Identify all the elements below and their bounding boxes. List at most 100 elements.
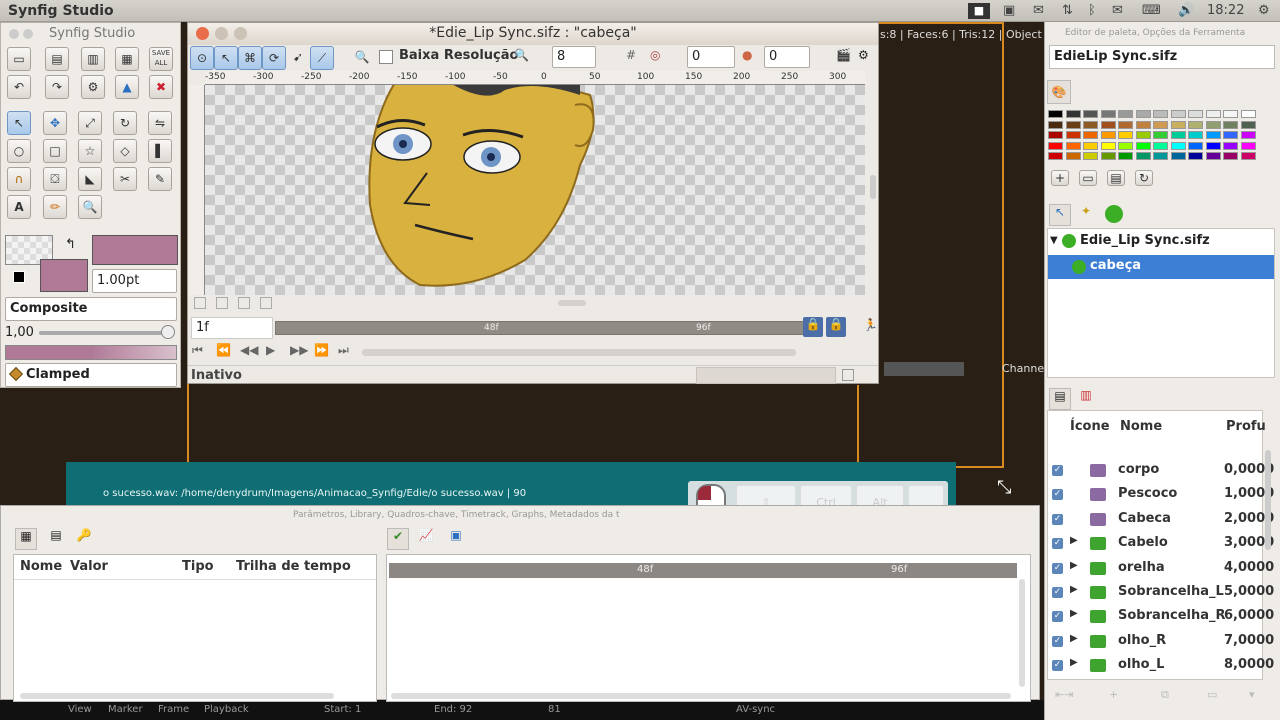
palette-save-icon[interactable]: ▤: [1107, 170, 1125, 186]
palette-swatch[interactable]: [1065, 110, 1081, 118]
add-layer-icon[interactable]: +: [1109, 688, 1118, 701]
tree-expand-icon[interactable]: ▼: [1050, 235, 1058, 246]
col-icon[interactable]: Ícone: [1070, 419, 1110, 434]
palette-swatch[interactable]: [1100, 141, 1116, 150]
layer-expand-icon[interactable]: ▶: [1070, 608, 1078, 619]
animation-mode-icon[interactable]: 🏃: [863, 318, 878, 332]
timetrack-hscroll[interactable]: [391, 693, 1011, 699]
layer-menu-icon[interactable]: ▾: [1249, 688, 1255, 701]
toolbox-close-icon[interactable]: [9, 29, 19, 39]
layer-row-sobrancelha_r[interactable]: ✓ ▶ Sobrancelha_R 6,0000: [1048, 605, 1274, 629]
layer-visibility-checkbox[interactable]: ✓: [1052, 513, 1063, 525]
rotate-tool-icon[interactable]: ↻: [113, 111, 137, 135]
timetrack-area[interactable]: 48f 96f: [386, 554, 1031, 702]
past-keyframe-lock-icon[interactable]: 🔒: [803, 317, 823, 337]
bottom-item-avsync[interactable]: AV-sync: [736, 704, 775, 715]
palette-swatch[interactable]: [1118, 110, 1133, 118]
amount-slider-handle[interactable]: [161, 325, 175, 339]
tangent-handles-icon[interactable]: ⟳: [262, 46, 286, 70]
next-keyframe-icon[interactable]: ⏩: [314, 343, 329, 357]
palette-swatch[interactable]: [1170, 120, 1186, 129]
save-as-button[interactable]: ▦: [115, 47, 139, 71]
drawing-area[interactable]: [205, 85, 865, 295]
toggle-icon[interactable]: [260, 297, 272, 309]
folder-icon[interactable]: ▭: [1207, 688, 1217, 701]
playback-scrollbar[interactable]: [362, 349, 796, 356]
layer-visibility-checkbox[interactable]: ✓: [1052, 660, 1063, 672]
palette-grid[interactable]: [1048, 110, 1260, 162]
palette-swatch[interactable]: [1083, 141, 1098, 150]
keyboard-icon[interactable]: ⌨: [1142, 3, 1161, 18]
palette-swatch[interactable]: [1240, 152, 1256, 160]
palette-swatch[interactable]: [1188, 152, 1203, 160]
palette-swatch[interactable]: [1170, 152, 1186, 160]
text-tool-icon[interactable]: A: [7, 195, 31, 219]
layer-row-orelha[interactable]: ✓ ▶ orelha 4,0000: [1048, 557, 1274, 581]
layer-row-olho_l[interactable]: ✓ ▶ olho_L 8,0000: [1048, 654, 1274, 678]
sets-tab-icon[interactable]: ▥: [1075, 388, 1097, 410]
bottom-item-playback[interactable]: Playback: [204, 704, 249, 715]
zoom-fit-icon[interactable]: [194, 297, 206, 309]
layer-expand-icon[interactable]: ▶: [1070, 584, 1078, 595]
polygon-tool-icon[interactable]: ◇: [113, 139, 137, 163]
amount-slider[interactable]: [39, 331, 165, 335]
zoom-tool-icon[interactable]: 🔍: [78, 195, 102, 219]
palette-swatch[interactable]: [1118, 141, 1133, 150]
zoom-in-icon[interactable]: [216, 297, 228, 309]
palette-swatch[interactable]: [1065, 120, 1081, 129]
layer-row-cabeca[interactable]: ✓ Cabeca 2,0000: [1048, 508, 1274, 532]
timetrack-ruler[interactable]: 48f 96f: [389, 563, 1017, 578]
navigator-tab-icon[interactable]: [1105, 205, 1123, 223]
palette-swatch[interactable]: [1100, 152, 1116, 160]
transform-tool-icon[interactable]: ↖: [7, 111, 31, 135]
layer-expand-icon[interactable]: ▶: [1070, 535, 1078, 546]
blend-method-select[interactable]: Composite: [5, 297, 177, 321]
file-selector[interactable]: EdieLip Sync.sifz: [1049, 45, 1275, 69]
canvas-hscroll-handle[interactable]: [558, 300, 586, 306]
mail-icon[interactable]: ✉: [1033, 3, 1044, 18]
palette-swatch[interactable]: [1205, 141, 1221, 150]
star-tool-icon[interactable]: ☆: [78, 139, 102, 163]
palette-swatch[interactable]: [1100, 120, 1116, 129]
brush-width-field[interactable]: 1.00pt: [92, 269, 177, 293]
palette-swatch[interactable]: [1048, 120, 1063, 129]
palette-swatch[interactable]: [1083, 110, 1098, 118]
prev-frame-icon[interactable]: ◀◀: [240, 343, 258, 357]
palette-swatch[interactable]: [1188, 120, 1203, 129]
interpolation-select[interactable]: Clamped: [5, 363, 177, 387]
layer-visibility-checkbox[interactable]: ✓: [1052, 562, 1063, 574]
canvas-vertical-scrollbar[interactable]: [870, 85, 878, 295]
palette-swatch[interactable]: [1118, 152, 1133, 160]
layer-visibility-checkbox[interactable]: ✓: [1052, 587, 1063, 598]
cutout-tool-icon[interactable]: ✂: [113, 167, 137, 191]
params-hscroll[interactable]: [20, 693, 334, 699]
palette-swatch[interactable]: [1240, 110, 1256, 118]
palette-swatch[interactable]: [1153, 110, 1168, 118]
layer-row-cabelo[interactable]: ✓ ▶ Cabelo 3,0000: [1048, 532, 1274, 556]
palette-swatch[interactable]: [1170, 110, 1186, 118]
palette-swatch[interactable]: [1048, 152, 1063, 160]
play-icon[interactable]: ▶: [266, 343, 275, 357]
fill-color-swatch[interactable]: [92, 235, 178, 265]
col-param-timetrack[interactable]: Trilha de tempo: [236, 559, 351, 574]
spline-tool-icon[interactable]: ∩: [7, 167, 31, 191]
toolbox-minimize-icon[interactable]: [23, 29, 33, 39]
palette-swatch[interactable]: [1135, 141, 1151, 150]
col-name[interactable]: Nome: [1120, 419, 1162, 434]
swap-colors-icon[interactable]: ↰: [65, 237, 76, 252]
eyedropper-tool-icon[interactable]: ✎: [148, 167, 172, 191]
palette-swatch[interactable]: [1223, 141, 1238, 150]
palette-swatch[interactable]: [1223, 152, 1238, 160]
palette-swatch[interactable]: [1048, 141, 1063, 150]
palette-swatch[interactable]: [1205, 131, 1221, 139]
app-indicator-icon[interactable]: ▣: [1003, 3, 1015, 18]
clock[interactable]: 18:22: [1207, 3, 1244, 18]
palette-swatch[interactable]: [1065, 152, 1081, 160]
palette-swatch[interactable]: [1048, 110, 1063, 118]
width-tool-icon[interactable]: ◣: [78, 167, 102, 191]
width-handles-icon[interactable]: ⟋: [310, 46, 334, 70]
gradient-tool-icon[interactable]: ▌: [148, 139, 172, 163]
tool-options-tab-icon[interactable]: ✦: [1075, 204, 1097, 226]
group-layer-icon[interactable]: ⧉: [1161, 688, 1169, 702]
future-keyframe-lock-icon[interactable]: 🔒: [826, 317, 846, 337]
